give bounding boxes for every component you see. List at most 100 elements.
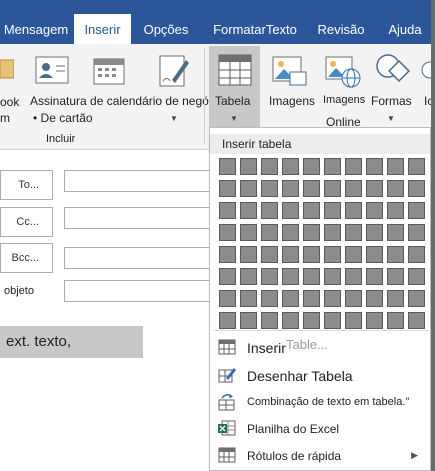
table-grid-cell[interactable] (366, 180, 383, 197)
table-grid-cell[interactable] (261, 312, 278, 329)
table-grid-cell[interactable] (345, 202, 362, 219)
tab-mensagem[interactable]: Mensagem (0, 15, 72, 44)
table-grid-cell[interactable] (387, 158, 404, 175)
tab-opcoes[interactable]: Opções (136, 15, 196, 44)
table-grid-cell[interactable] (303, 268, 320, 285)
table-grid-cell[interactable] (387, 224, 404, 241)
table-grid-cell[interactable] (219, 180, 236, 197)
table-grid-cell[interactable] (324, 180, 341, 197)
table-grid-cell[interactable] (303, 224, 320, 241)
table-grid-cell[interactable] (408, 312, 425, 329)
table-grid-cell[interactable] (366, 224, 383, 241)
menu-item-inserir-tabela[interactable]: Inserir Table... (210, 334, 430, 360)
table-grid-cell[interactable] (366, 202, 383, 219)
tab-inserir[interactable]: Inserir (74, 14, 131, 45)
de-cartao-label[interactable]: • De cartão (33, 111, 93, 125)
table-grid-cell[interactable] (240, 224, 257, 241)
signature-dropdown-arrow[interactable]: ▼ (170, 114, 178, 123)
business-card-icon[interactable] (35, 56, 69, 86)
table-grid-cell[interactable] (303, 202, 320, 219)
table-grid-cell[interactable] (219, 268, 236, 285)
table-grid-cell[interactable] (345, 268, 362, 285)
table-grid-cell[interactable] (240, 202, 257, 219)
table-grid-cell[interactable] (324, 268, 341, 285)
picture-icon[interactable] (272, 54, 308, 88)
table-grid-cell[interactable] (282, 158, 299, 175)
table-grid-cell[interactable] (303, 180, 320, 197)
table-grid-cell[interactable] (282, 202, 299, 219)
table-grid-cell[interactable] (387, 290, 404, 307)
cc-button[interactable]: Cc... (0, 207, 53, 237)
table-grid-cell[interactable] (345, 224, 362, 241)
table-grid-cell[interactable] (261, 202, 278, 219)
table-grid-cell[interactable] (261, 290, 278, 307)
table-grid-cell[interactable] (387, 268, 404, 285)
table-grid-cell[interactable] (408, 224, 425, 241)
table-grid-cell[interactable] (408, 158, 425, 175)
table-grid-cell[interactable] (387, 312, 404, 329)
table-grid-cell[interactable] (324, 202, 341, 219)
tab-revisao[interactable]: Revisão (311, 15, 371, 44)
table-grid-cell[interactable] (345, 158, 362, 175)
table-grid-cell[interactable] (282, 312, 299, 329)
table-grid-cell[interactable] (324, 312, 341, 329)
table-grid-cell[interactable] (282, 246, 299, 263)
imagens-online-label-1[interactable]: Imagens (323, 94, 365, 106)
table-grid-cell[interactable] (219, 202, 236, 219)
table-grid-cell[interactable] (240, 180, 257, 197)
table-grid-cell[interactable] (282, 290, 299, 307)
table-grid-cell[interactable] (240, 290, 257, 307)
menu-item-converter-texto[interactable]: Combinação de texto em tabela." (210, 389, 430, 415)
message-body-selection[interactable]: ext. texto, (0, 326, 143, 358)
tabela-button[interactable]: Tabela ▼ (209, 46, 260, 130)
table-grid-cell[interactable] (366, 246, 383, 263)
formas-label[interactable]: Formas (371, 94, 412, 108)
table-grid-cell[interactable] (345, 312, 362, 329)
table-grid-cell[interactable] (219, 290, 236, 307)
table-grid-cell[interactable] (240, 312, 257, 329)
table-grid-cell[interactable] (366, 158, 383, 175)
table-grid-cell[interactable] (303, 246, 320, 263)
table-grid-cell[interactable] (303, 312, 320, 329)
table-grid-cell[interactable] (261, 224, 278, 241)
table-grid-cell[interactable] (324, 158, 341, 175)
table-grid-cell[interactable] (408, 180, 425, 197)
table-grid-cell[interactable] (261, 158, 278, 175)
table-grid-cell[interactable] (324, 224, 341, 241)
table-grid-cell[interactable] (345, 246, 362, 263)
table-grid-cell[interactable] (387, 180, 404, 197)
to-button[interactable]: To... (0, 170, 53, 200)
table-grid-cell[interactable] (261, 246, 278, 263)
table-grid-cell[interactable] (387, 202, 404, 219)
table-grid-cell[interactable] (366, 312, 383, 329)
table-grid-cell[interactable] (408, 246, 425, 263)
online-pictures-icon[interactable] (325, 54, 361, 88)
table-grid-cell[interactable] (261, 180, 278, 197)
tab-formatartexto[interactable]: FormatarTexto (202, 15, 308, 44)
table-size-grid[interactable] (219, 158, 427, 329)
menu-item-tabelas-rapidas[interactable]: Rótulos de rápida ▶ (210, 442, 430, 468)
table-grid-cell[interactable] (240, 158, 257, 175)
table-grid-cell[interactable] (324, 246, 341, 263)
table-grid-cell[interactable] (219, 224, 236, 241)
menu-item-planilha-excel[interactable]: Planilha do Excel (210, 415, 430, 441)
shapes-icon[interactable] (374, 52, 412, 88)
tab-ajuda[interactable]: Ajuda (382, 15, 428, 44)
table-grid-cell[interactable] (303, 290, 320, 307)
table-grid-cell[interactable] (282, 180, 299, 197)
table-grid-cell[interactable] (240, 268, 257, 285)
table-grid-cell[interactable] (240, 246, 257, 263)
bcc-button[interactable]: Bcc... (0, 243, 53, 273)
table-grid-cell[interactable] (408, 268, 425, 285)
table-grid-cell[interactable] (282, 268, 299, 285)
table-grid-cell[interactable] (261, 268, 278, 285)
table-grid-cell[interactable] (408, 290, 425, 307)
table-grid-cell[interactable] (408, 202, 425, 219)
table-grid-cell[interactable] (345, 290, 362, 307)
menu-item-desenhar-tabela[interactable]: Desenhar Tabela (210, 362, 430, 388)
calendar-icon[interactable] (93, 56, 125, 86)
table-grid-cell[interactable] (219, 158, 236, 175)
table-grid-cell[interactable] (366, 268, 383, 285)
signature-icon[interactable] (158, 54, 190, 88)
table-grid-cell[interactable] (387, 246, 404, 263)
